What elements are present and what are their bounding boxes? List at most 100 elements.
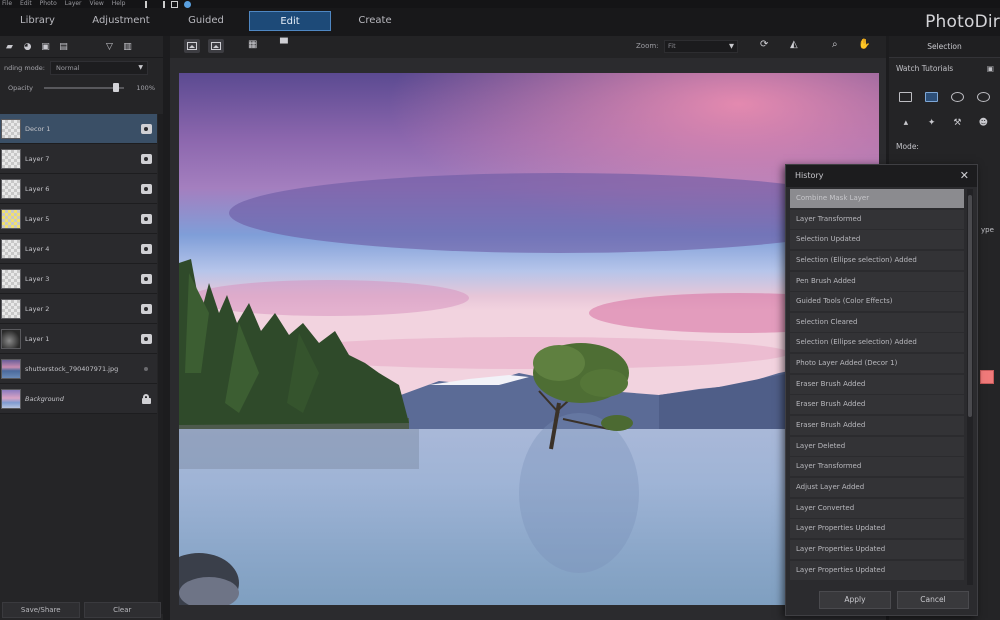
watch-tutorials-link[interactable]: Watch Tutorials [896, 64, 953, 73]
history-item[interactable]: Selection (Ellipse selection) Added [790, 333, 964, 353]
flip-icon[interactable]: ◭ [790, 39, 798, 50]
history-item[interactable]: Eraser Brush Added [790, 374, 964, 394]
hand-tool-icon[interactable]: ✋ [858, 39, 870, 50]
menu-view[interactable]: View [90, 0, 104, 8]
person-select-icon[interactable]: ☻ [979, 118, 988, 128]
history-item[interactable]: Layer Properties Updated [790, 519, 964, 539]
rotate-icon[interactable]: ⟳ [760, 39, 768, 50]
mode-row: Mode: [889, 136, 1000, 158]
tab-adjustment[interactable]: Adjustment [92, 11, 150, 31]
layer-row[interactable]: Layer 2 [0, 294, 157, 324]
tab-library[interactable]: Library [20, 11, 55, 31]
screen-icon[interactable] [171, 0, 179, 8]
menu-photo[interactable]: Photo [40, 0, 57, 8]
video-icon[interactable]: ▣ [987, 58, 994, 80]
layer-row[interactable]: Layer 3 [0, 264, 157, 294]
layer-row[interactable]: shutterstock_790407971.jpg [0, 354, 157, 384]
zoom-select[interactable]: Fit ▼ [664, 40, 738, 53]
grid-icon[interactable]: ▦ [248, 39, 257, 50]
layer-row[interactable]: Layer 7 [0, 144, 157, 174]
visibility-eye-icon[interactable] [141, 333, 152, 344]
save-share-button[interactable]: Save/Share [2, 602, 80, 618]
visibility-eye-icon[interactable] [141, 303, 152, 314]
magnetic-lasso-icon[interactable] [976, 92, 990, 102]
display-icon[interactable]: ▀ [280, 39, 288, 50]
visibility-eye-icon[interactable] [141, 243, 152, 254]
history-item[interactable]: Layer Deleted [790, 436, 964, 456]
tab-create[interactable]: Create [358, 11, 392, 31]
view-single-icon[interactable] [184, 39, 200, 53]
add-image-layer-icon[interactable]: ▰ [2, 40, 17, 53]
history-item[interactable]: Selection Updated [790, 230, 964, 250]
mask-icon[interactable]: ▣ [38, 40, 53, 53]
photo-canvas[interactable] [179, 73, 879, 605]
ellipse-select-icon[interactable] [925, 92, 939, 102]
lasso-select-icon[interactable] [950, 92, 964, 102]
menu-file[interactable]: File [2, 0, 12, 8]
apply-button[interactable]: Apply [819, 591, 891, 609]
visibility-eye-icon[interactable] [141, 273, 152, 284]
visibility-eye-icon[interactable] [141, 364, 152, 374]
opacity-slider-knob[interactable] [113, 83, 119, 92]
history-item[interactable]: Layer Properties Updated [790, 539, 964, 559]
history-item[interactable]: Eraser Brush Added [790, 395, 964, 415]
menu-help[interactable]: Help [112, 0, 126, 8]
watch-tutorials-row[interactable]: Watch Tutorials ▣ [889, 58, 1000, 80]
visibility-eye-icon[interactable] [141, 123, 152, 134]
close-icon[interactable]: ✕ [960, 165, 969, 187]
view-compare-icon[interactable] [208, 39, 224, 53]
brush-select-icon[interactable]: ▴ [901, 118, 910, 128]
tab-edit[interactable]: Edit [249, 11, 331, 31]
magic-wand-icon[interactable]: ⚒ [953, 118, 962, 128]
history-item[interactable]: Pen Brush Added [790, 271, 964, 291]
history-item[interactable]: Layer Converted [790, 498, 964, 518]
history-item[interactable]: Photo Layer Added (Decor 1) [790, 354, 964, 374]
clear-button[interactable]: Clear [83, 602, 161, 618]
cancel-button[interactable]: Cancel [897, 591, 969, 609]
zoom-value: Fit [668, 42, 676, 50]
info-icon[interactable] [184, 0, 192, 8]
history-item[interactable]: Layer Transformed [790, 209, 964, 229]
tab-guided[interactable]: Guided [188, 11, 224, 31]
blending-mode-value: Normal [56, 64, 80, 72]
add-adjust-layer-icon[interactable]: ◕ [20, 40, 35, 53]
layer-row[interactable]: Decor 1 [0, 114, 157, 144]
opacity-slider-track[interactable] [44, 87, 124, 89]
color-swatch[interactable] [980, 370, 994, 384]
history-item[interactable]: Guided Tools (Color Effects) [790, 292, 964, 312]
history-item[interactable]: Combine Mask Layer [790, 189, 964, 208]
history-item[interactable]: Adjust Layer Added [790, 477, 964, 497]
layer-row[interactable]: Layer 5 [0, 204, 157, 234]
blending-mode-label: nding mode: [4, 64, 45, 72]
layer-name: Layer 3 [25, 274, 50, 283]
layer-row[interactable]: Layer 6 [0, 174, 157, 204]
lock-icon[interactable] [142, 393, 151, 404]
menu-layer[interactable]: Layer [65, 0, 82, 8]
blending-mode-select[interactable]: Normal ▼ [50, 61, 148, 75]
history-scroll-thumb[interactable] [968, 195, 972, 417]
rect-select-icon[interactable] [899, 92, 913, 102]
history-item[interactable]: Selection Cleared [790, 312, 964, 332]
layers-scrollbar[interactable] [158, 114, 163, 614]
selection-tools-row-2: ▴ ✦ ⚒ ☻ [889, 110, 1000, 136]
layer-row[interactable]: Layer 4 [0, 234, 157, 264]
blending-mode-row: nding mode: Normal ▼ [0, 58, 163, 78]
undo-icon[interactable] [145, 0, 152, 8]
visibility-eye-icon[interactable] [141, 153, 152, 164]
history-item[interactable]: Eraser Brush Added [790, 416, 964, 436]
zoom-tool-icon[interactable]: ⌕ [832, 39, 838, 50]
layer-name: Layer 5 [25, 214, 50, 223]
redo-icon[interactable] [158, 0, 166, 8]
layer-row[interactable]: Background [0, 384, 157, 414]
smart-brush-icon[interactable]: ✦ [927, 118, 936, 128]
layer-row[interactable]: Layer 1 [0, 324, 157, 354]
history-item[interactable]: Layer Properties Updated [790, 560, 964, 580]
history-item[interactable]: Selection (Ellipse selection) Added [790, 250, 964, 270]
visibility-eye-icon[interactable] [141, 183, 152, 194]
merge-icon[interactable]: ▤ [56, 40, 71, 53]
menu-edit[interactable]: Edit [20, 0, 32, 8]
filter-icon[interactable]: ▽ [102, 40, 117, 53]
trash-icon[interactable]: ▥ [120, 40, 135, 53]
history-item[interactable]: Layer Transformed [790, 457, 964, 477]
visibility-eye-icon[interactable] [141, 213, 152, 224]
